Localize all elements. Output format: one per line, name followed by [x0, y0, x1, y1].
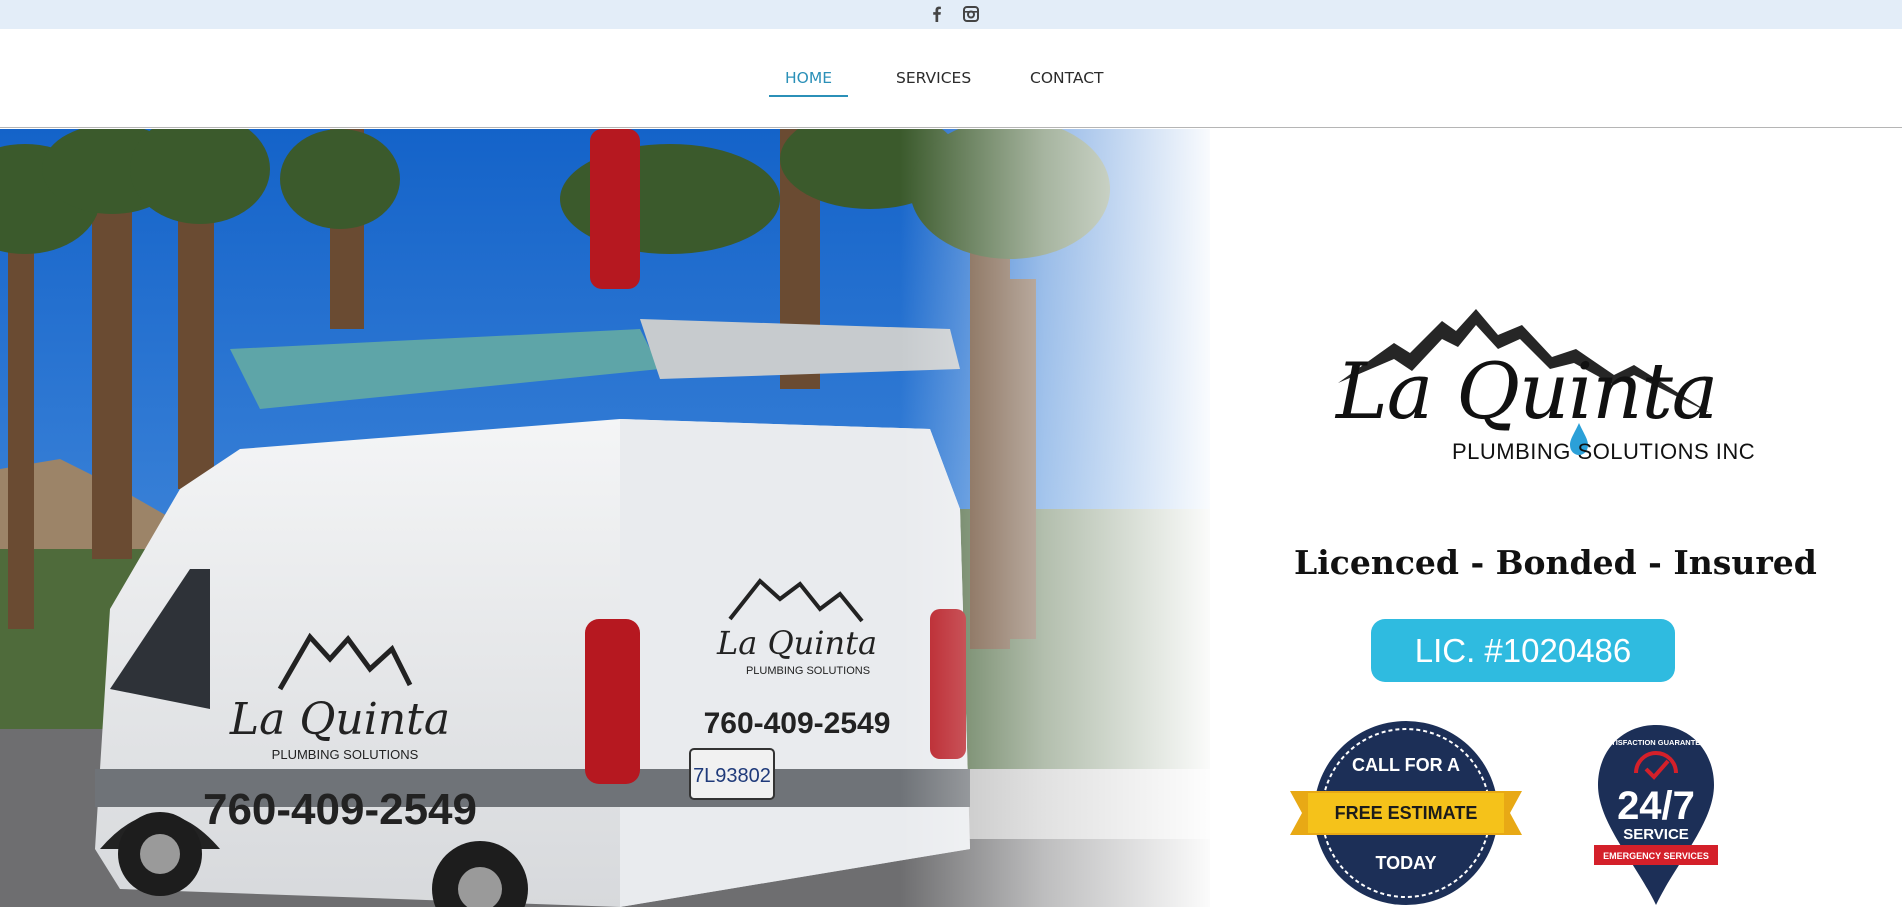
credentials-tagline: Licenced - Bonded - Insured — [1294, 543, 1817, 582]
van-license-plate: 7L93802 — [693, 765, 771, 787]
van-rear-phone: 760-409-2549 — [704, 707, 891, 740]
badge-247-ribbon-text: EMERGENCY SERVICES — [1603, 851, 1709, 861]
instagram-icon[interactable] — [960, 3, 982, 25]
nav-contact-link[interactable]: CONTACT — [1030, 69, 1104, 97]
nav-services-link[interactable]: SERVICES — [896, 69, 971, 97]
van-side-logo-sub: PLUMBING SOLUTIONS — [272, 747, 419, 762]
free-estimate-band-text: FREE ESTIMATE — [1335, 803, 1478, 823]
nav-home-link[interactable]: HOME — [768, 69, 849, 97]
license-badge: LIC. #1020486 — [1371, 619, 1675, 682]
company-logo-word: La Quinta — [1336, 347, 1718, 437]
social-links — [926, 3, 982, 25]
photo-fade-overlay — [900, 129, 1220, 907]
van-side-phone: 760-409-2549 — [203, 785, 477, 834]
main-nav: HOME SERVICES CONTACT — [0, 29, 1902, 128]
badge-247-arc-text: SATISFACTION GUARANTEED — [1601, 738, 1711, 747]
hero-section: 7L93802 La Quinta PLUMBING SOLUTIONS 760… — [0, 129, 1902, 907]
free-estimate-bottom-text: TODAY — [1375, 853, 1436, 873]
badge-247-big-text: 24/7 — [1617, 784, 1695, 828]
emergency-service-badge: SATISFACTION GUARANTEED 24/7 SERVICE EME… — [1594, 725, 1718, 905]
free-estimate-badge: FREE ESTIMATE CALL FOR A TODAY — [1290, 721, 1522, 905]
facebook-icon[interactable] — [926, 3, 948, 25]
company-logo-subtitle: PLUMBING SOLUTIONS INC — [1452, 439, 1756, 464]
free-estimate-top-text: CALL FOR A — [1352, 755, 1460, 775]
van-side-logo-word: La Quinta — [229, 694, 450, 745]
badge-247-service-text: SERVICE — [1623, 826, 1689, 843]
van-rear-logo-word: La Quinta — [716, 624, 877, 662]
van-rear-logo-sub: PLUMBING SOLUTIONS — [746, 665, 870, 677]
top-bar — [0, 0, 1902, 29]
